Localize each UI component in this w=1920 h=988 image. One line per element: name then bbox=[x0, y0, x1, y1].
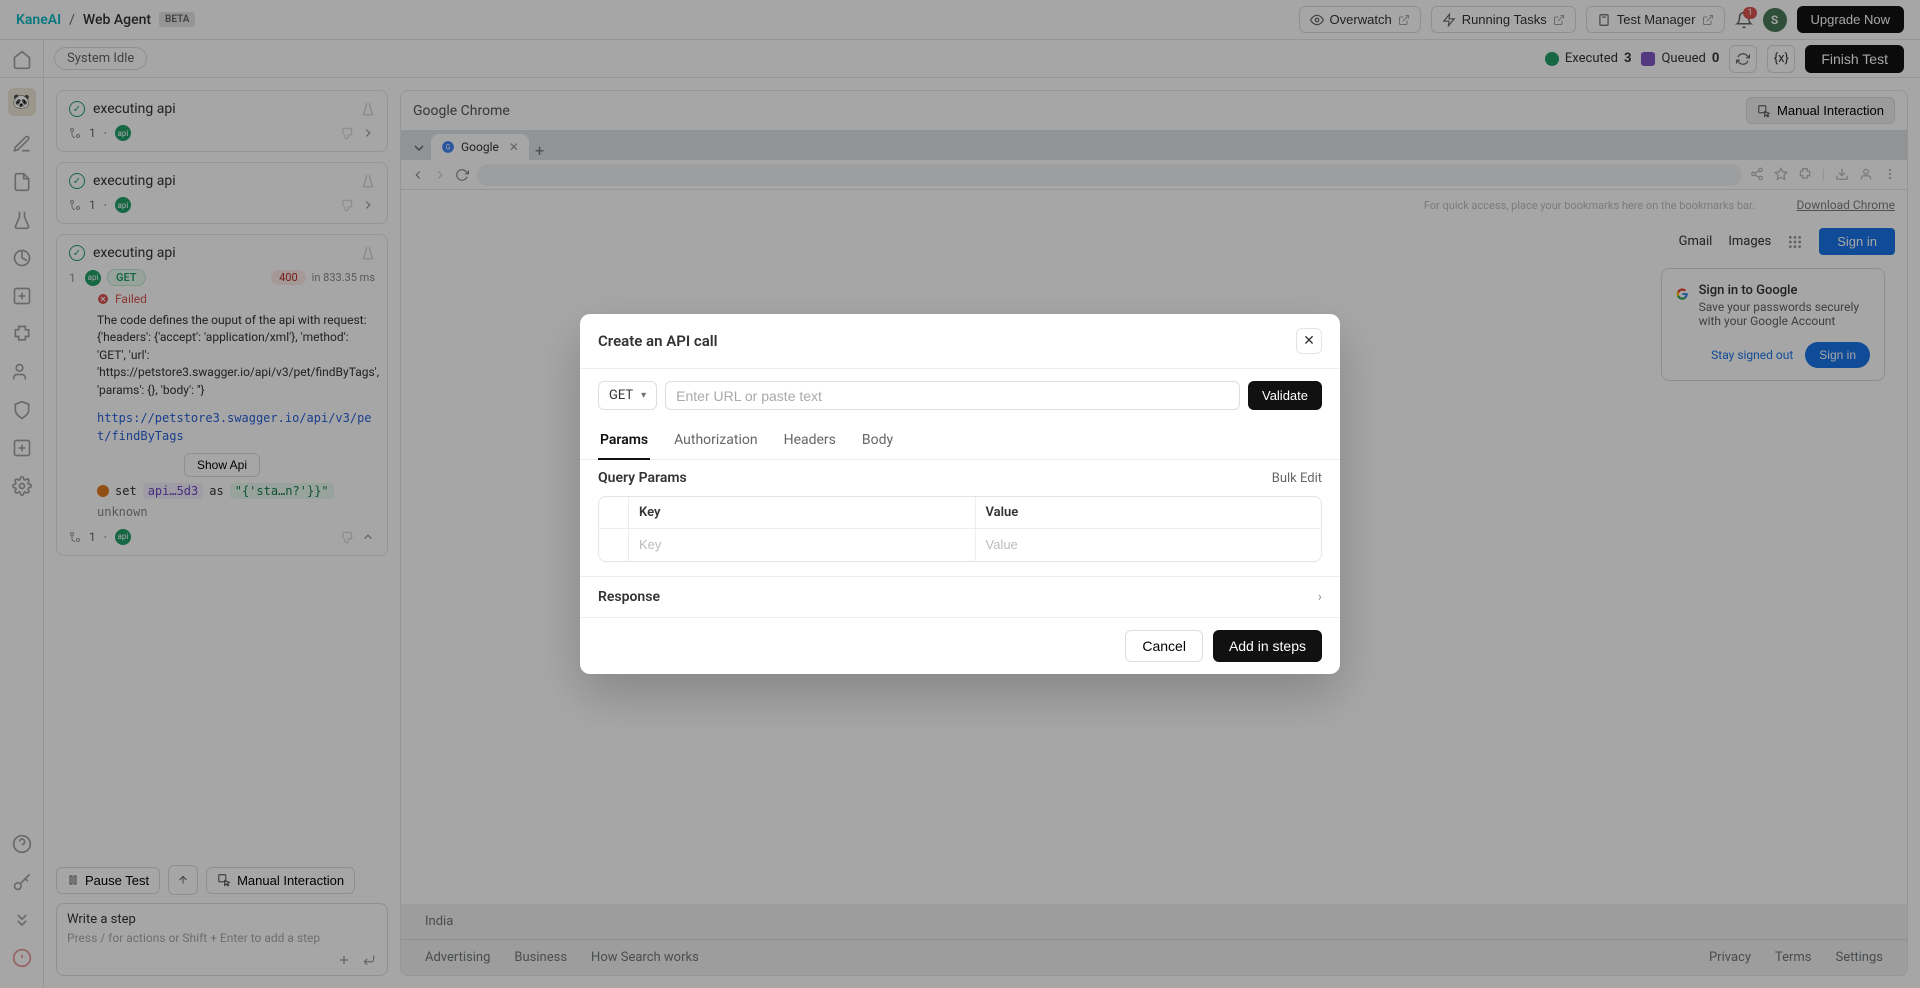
param-key-input[interactable] bbox=[639, 537, 965, 552]
response-section[interactable]: Response › bbox=[580, 576, 1340, 617]
table-gutter bbox=[599, 497, 629, 529]
tab-authorization[interactable]: Authorization bbox=[672, 422, 759, 459]
chevron-right-icon: › bbox=[1318, 589, 1322, 605]
query-params-title: Query Params bbox=[598, 470, 687, 486]
add-in-steps-button[interactable]: Add in steps bbox=[1213, 630, 1322, 662]
http-method-select[interactable]: GET ▾ bbox=[598, 381, 657, 410]
tab-headers[interactable]: Headers bbox=[782, 422, 838, 459]
modal-close-button[interactable]: ✕ bbox=[1296, 328, 1322, 354]
bulk-edit-link[interactable]: Bulk Edit bbox=[1272, 471, 1322, 486]
modal-overlay: Create an API call ✕ GET ▾ Validate Para… bbox=[0, 0, 1920, 988]
tab-body[interactable]: Body bbox=[860, 422, 895, 459]
query-params-table: Key Value bbox=[598, 496, 1322, 562]
response-label: Response bbox=[598, 589, 660, 605]
method-label: GET bbox=[609, 388, 633, 403]
cancel-button[interactable]: Cancel bbox=[1125, 630, 1203, 662]
modal-tabs: Params Authorization Headers Body bbox=[580, 422, 1340, 460]
table-gutter bbox=[599, 529, 629, 561]
chevron-down-icon: ▾ bbox=[641, 390, 646, 401]
tab-params[interactable]: Params bbox=[598, 422, 650, 460]
validate-button[interactable]: Validate bbox=[1248, 381, 1322, 410]
url-input[interactable] bbox=[676, 388, 1229, 404]
modal-title: Create an API call bbox=[598, 332, 718, 350]
column-header-value: Value bbox=[975, 497, 1322, 529]
param-value-input[interactable] bbox=[986, 537, 1312, 552]
api-call-modal: Create an API call ✕ GET ▾ Validate Para… bbox=[580, 314, 1340, 674]
column-header-key: Key bbox=[629, 497, 975, 529]
url-field[interactable] bbox=[665, 381, 1240, 410]
